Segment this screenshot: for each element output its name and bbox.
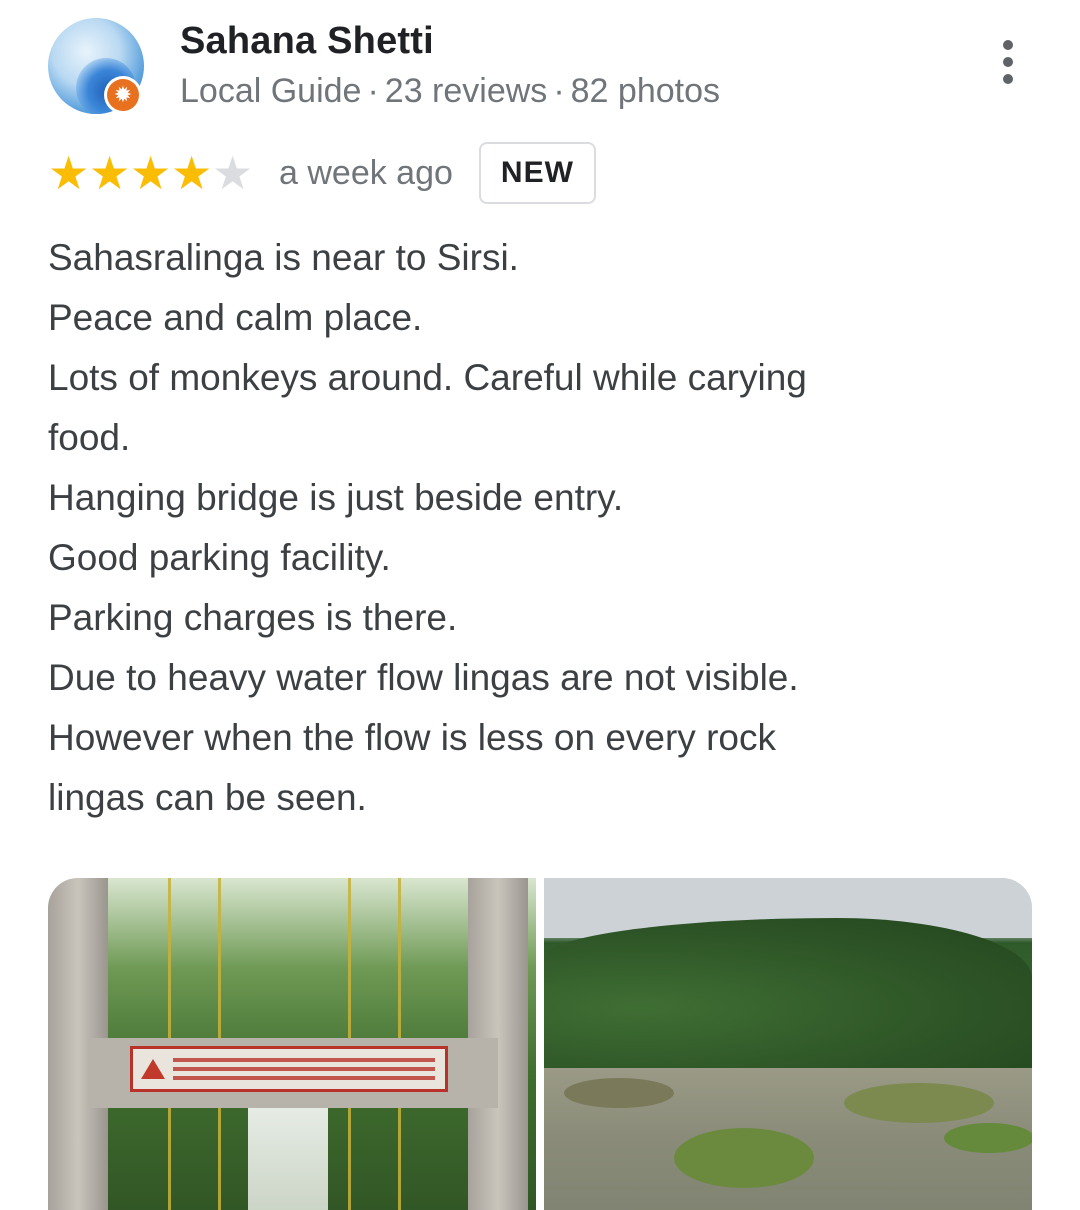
local-guide-badge: ✹ (104, 76, 142, 114)
review-line: Good parking facility. (48, 537, 391, 578)
review-line: Parking charges is there. (48, 597, 458, 638)
reviewer-meta: Local Guide · 23 reviews · 82 photos (180, 72, 720, 111)
star-empty-icon: ★ (212, 147, 254, 199)
more-vert-icon (1003, 40, 1013, 50)
grass-patch (844, 1083, 994, 1123)
star-filled-icon: ★ (48, 147, 90, 199)
review-text: Sahasralinga is near to Sirsi. Peace and … (48, 228, 948, 828)
reviewer-level: Local Guide (180, 72, 362, 110)
star-rating: ★ ★ ★ ★ ★ (48, 150, 253, 196)
review-photo-river[interactable] (544, 878, 1032, 1210)
review-line: lingas can be seen. (48, 777, 367, 818)
review-time: a week ago (279, 153, 453, 192)
meta-separator: · (553, 72, 565, 110)
review-line: Lots of monkeys around. Careful while ca… (48, 357, 807, 398)
more-options-button[interactable] (984, 34, 1032, 90)
review-photo-bridge[interactable] (48, 878, 536, 1210)
warning-icon (141, 1059, 165, 1079)
sign-text-lines (173, 1058, 445, 1080)
review-card: ✹ Sahana Shetti Local Guide · 23 reviews · 8… (0, 0, 1080, 1210)
star-filled-icon: ★ (171, 147, 213, 199)
star-filled-icon: ★ (89, 147, 131, 199)
review-line: Hanging bridge is just beside entry. (48, 477, 624, 518)
new-badge: NEW (478, 142, 596, 204)
reviewer-review-count: 23 reviews (384, 72, 548, 110)
reviewer-photo-count: 82 photos (570, 72, 720, 110)
meta-separator: · (367, 72, 379, 110)
bridge-deck (248, 1108, 328, 1210)
grass-patch (674, 1128, 814, 1188)
reviewer-name[interactable]: Sahana Shetti (180, 20, 434, 63)
rock-patch (564, 1078, 674, 1108)
local-guide-star-icon: ✹ (107, 79, 139, 111)
grass-patch (944, 1123, 1032, 1153)
review-line: Peace and calm place. (48, 297, 423, 338)
treeline (544, 918, 1032, 1068)
review-line: Due to heavy water flow lingas are not v… (48, 657, 799, 698)
review-line: However when the flow is less on every r… (48, 717, 776, 758)
warning-sign (130, 1046, 448, 1092)
review-photos (48, 878, 1032, 1210)
star-filled-icon: ★ (130, 147, 172, 199)
rating-row: ★ ★ ★ ★ ★ a week ago NEW (48, 140, 596, 206)
more-vert-icon (1003, 57, 1013, 67)
review-line: food. (48, 417, 131, 458)
review-line: Sahasralinga is near to Sirsi. (48, 237, 519, 278)
more-vert-icon (1003, 74, 1013, 84)
